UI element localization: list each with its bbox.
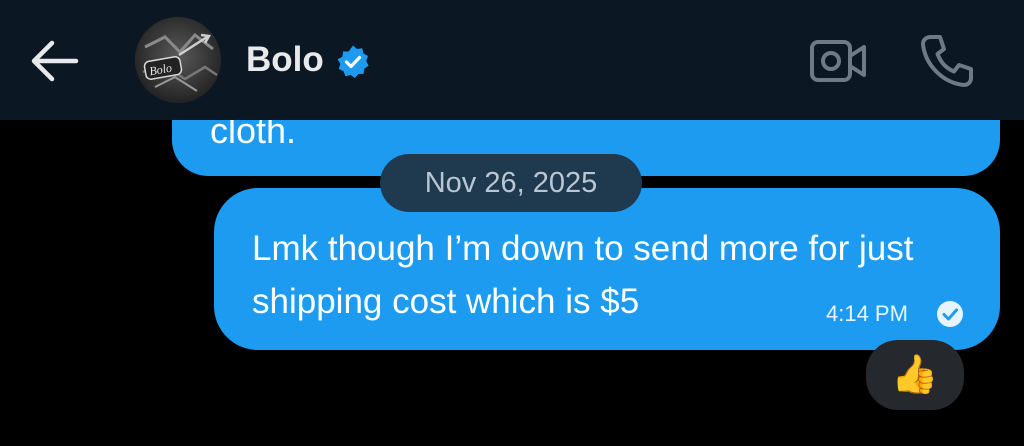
video-call-icon: [810, 40, 866, 82]
back-arrow-icon: [31, 40, 79, 82]
date-divider: Nov 26, 2025: [380, 154, 642, 212]
message-timestamp: 4:14 PM: [826, 301, 908, 326]
video-call-button[interactable]: [808, 36, 868, 86]
voice-call-button[interactable]: [918, 32, 976, 90]
read-check-icon: [937, 301, 963, 327]
avatar-image: Bolo: [135, 17, 221, 103]
conversation-header: Bolo Bolo: [0, 0, 1024, 120]
thumbs-up-emoji: 👍: [891, 354, 939, 396]
avatar[interactable]: Bolo: [135, 17, 221, 103]
reaction-badge[interactable]: 👍: [866, 340, 964, 410]
contact-name[interactable]: Bolo: [246, 40, 324, 80]
phone-icon: [921, 35, 973, 87]
verified-badge-icon: [337, 45, 369, 78]
message-bubble[interactable]: Lmk though I’m down to send more for jus…: [214, 188, 1000, 350]
back-button[interactable]: [26, 36, 82, 86]
